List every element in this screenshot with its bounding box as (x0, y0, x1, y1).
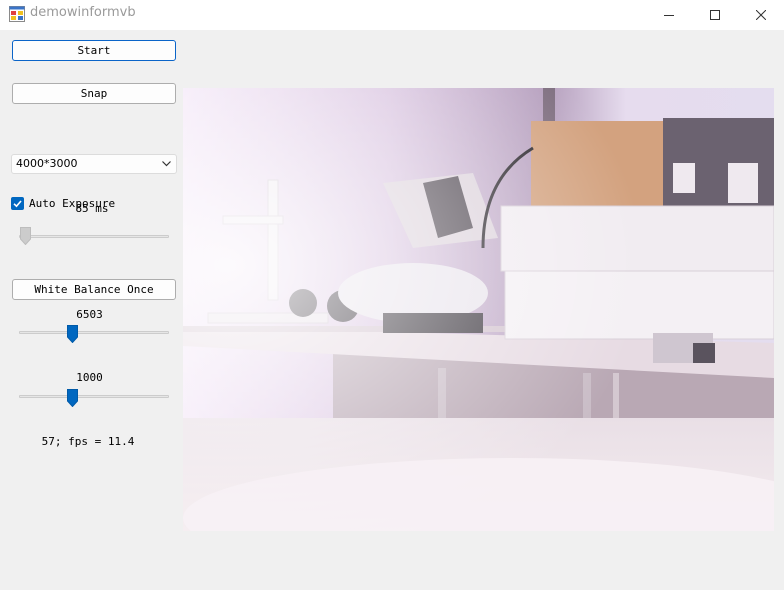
exposure-time-label: 85 ms (75, 202, 109, 215)
app-icon (9, 6, 25, 22)
temperature-slider-thumb[interactable] (67, 325, 78, 343)
maximize-icon (710, 10, 720, 20)
close-button[interactable] (738, 0, 784, 30)
exposure-slider-thumb[interactable] (20, 227, 31, 245)
window-title: demowinformvb (30, 5, 136, 20)
camera-preview-image (183, 88, 774, 531)
white-balance-once-button[interactable]: White Balance Once (12, 279, 176, 300)
start-button[interactable]: Start (12, 40, 176, 61)
exposure-slider-track (19, 235, 169, 238)
title-bar: demowinformvb (0, 0, 784, 30)
temperature-slider-track (19, 331, 169, 334)
maximize-button[interactable] (692, 0, 738, 30)
tint-slider-thumb[interactable] (67, 389, 78, 407)
tint-value-label: 1000 (76, 371, 103, 384)
close-icon (756, 10, 766, 20)
snap-button[interactable]: Snap (12, 83, 176, 104)
minimize-button[interactable] (646, 0, 692, 30)
chevron-down-icon (162, 161, 171, 167)
temperature-value-label: 6503 (76, 308, 103, 321)
client-area: Start Snap 4000*3000 Auto Exposure 85 ms… (0, 30, 784, 590)
tint-slider-track (19, 395, 169, 398)
fps-status-label: 57; fps = 11.4 (41, 435, 135, 448)
minimize-icon (664, 15, 674, 16)
resolution-select[interactable]: 4000*3000 (11, 154, 177, 174)
camera-preview-scene (183, 88, 774, 531)
resolution-value: 4000*3000 (16, 157, 78, 170)
